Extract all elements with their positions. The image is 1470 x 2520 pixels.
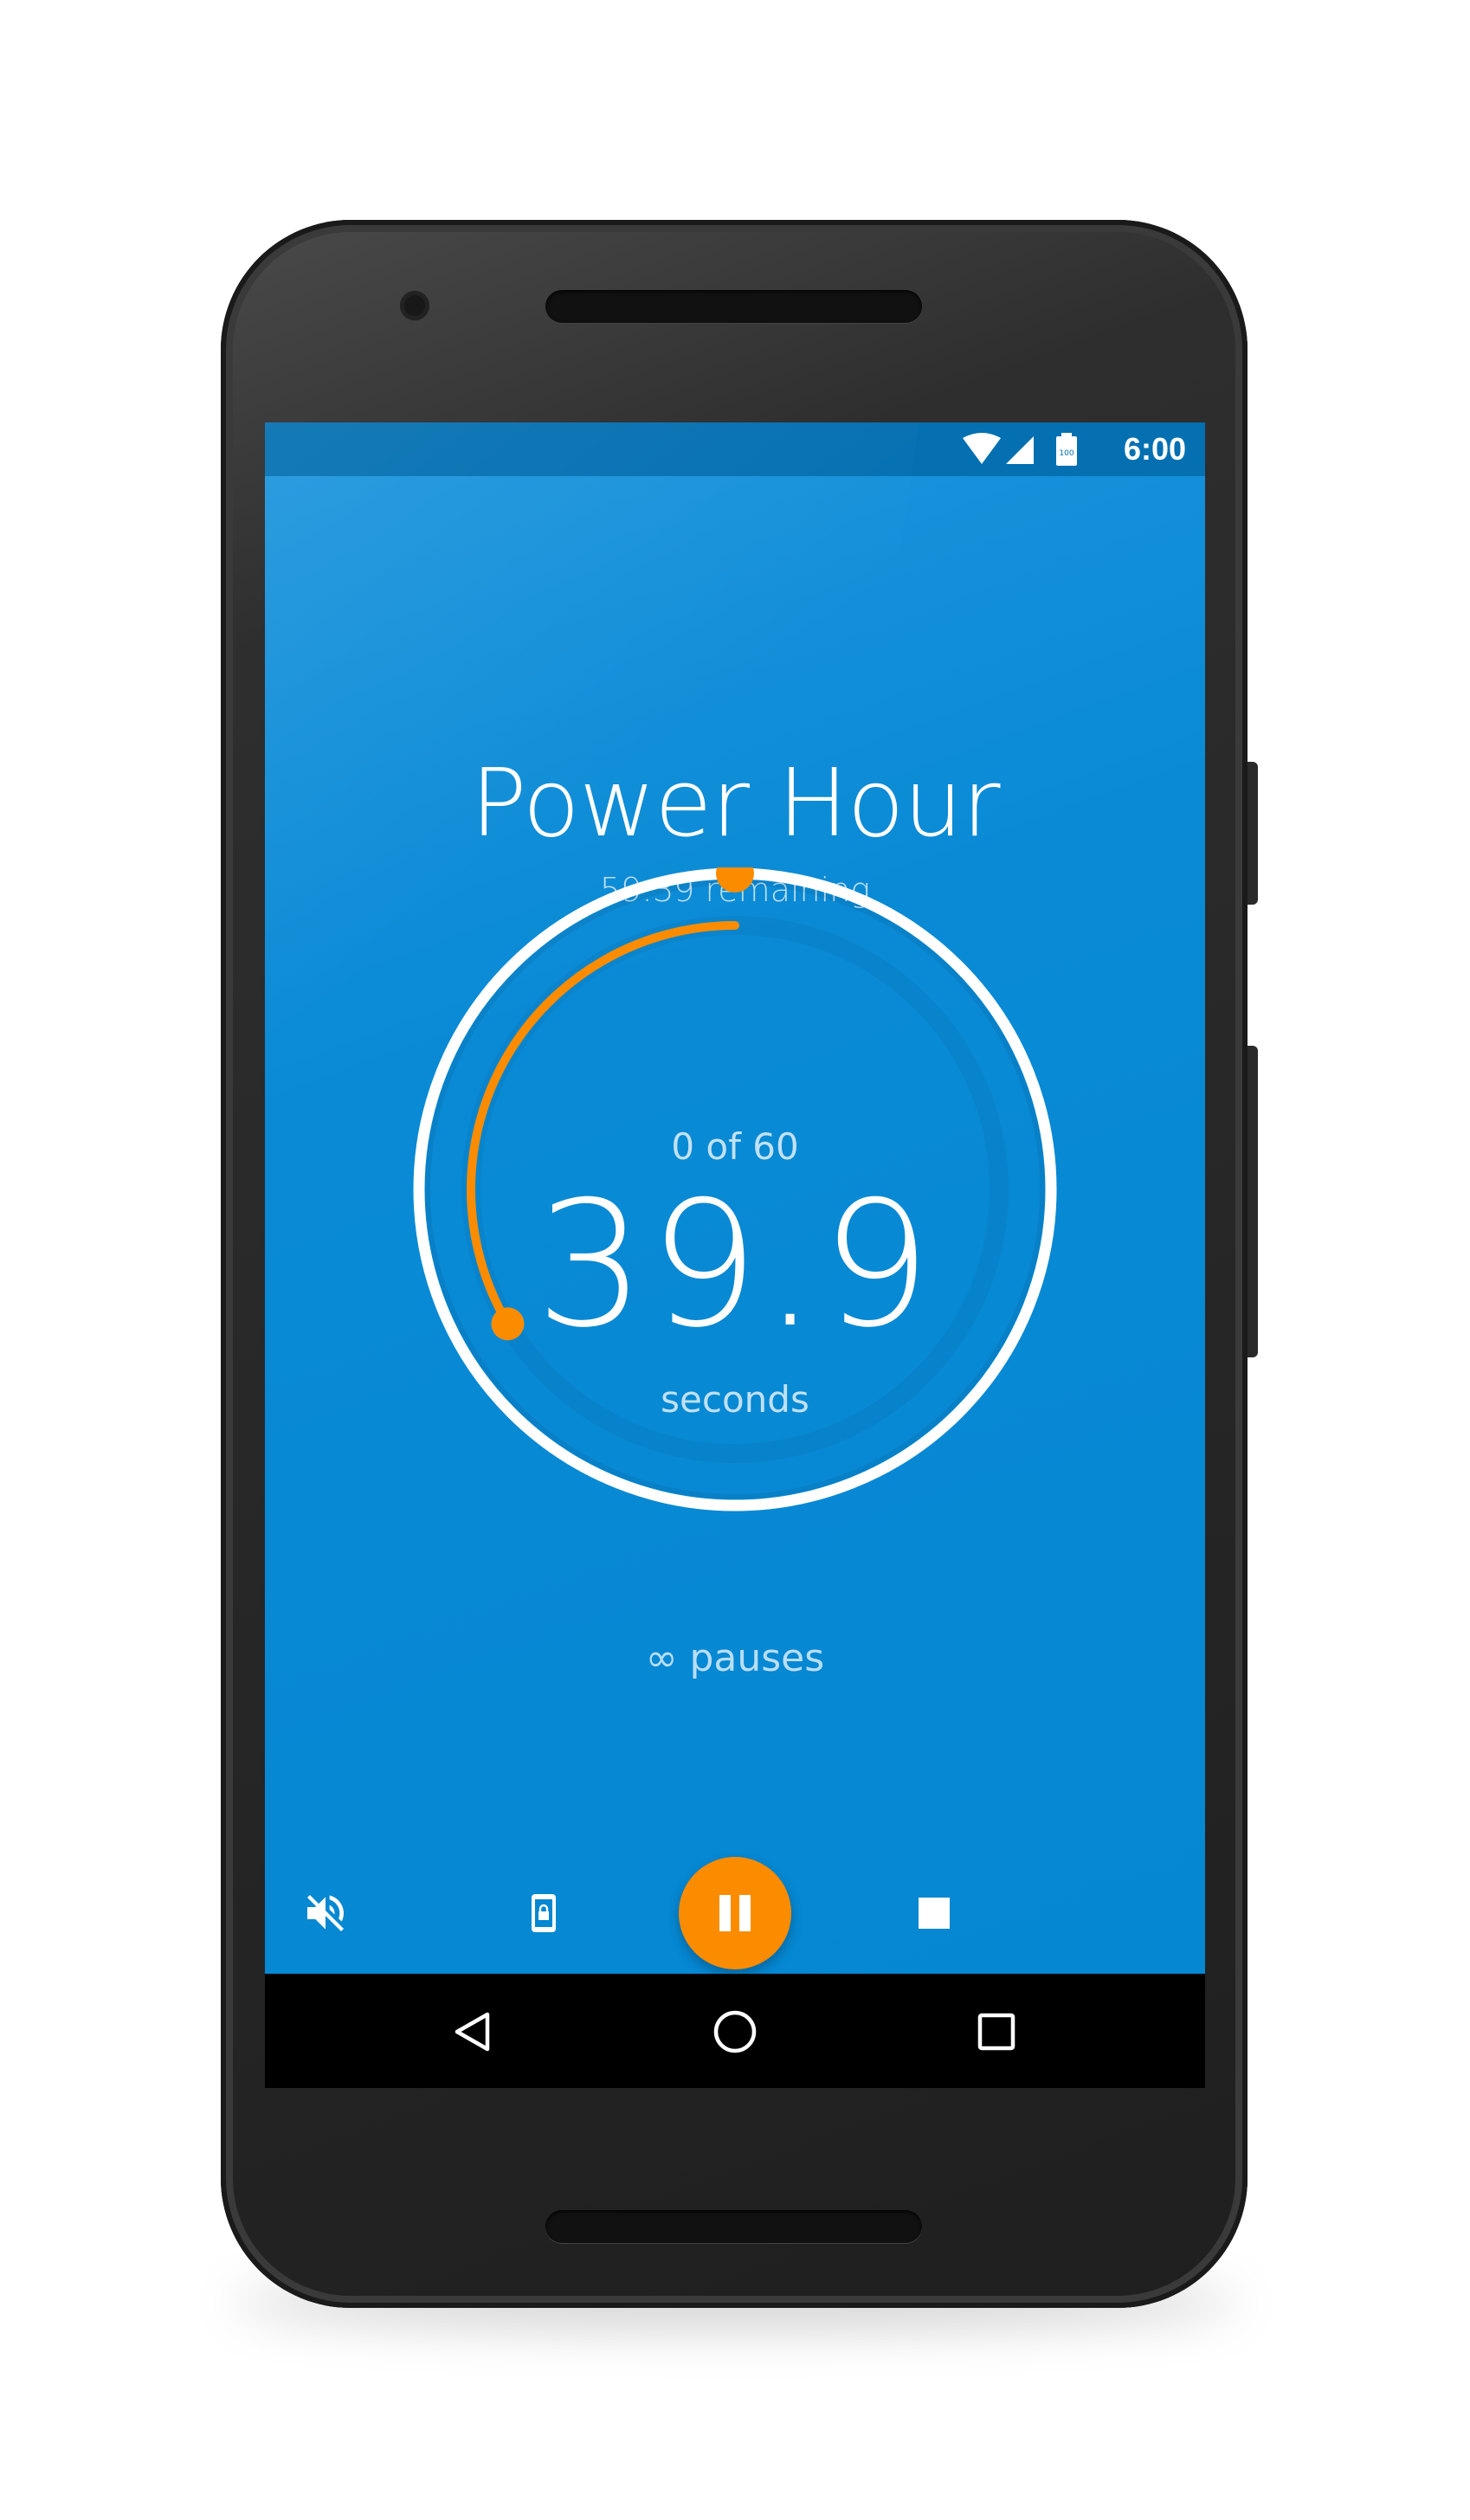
- control-toolbar: [265, 1853, 1205, 1974]
- cellular-signal-icon: [1006, 436, 1034, 464]
- stop-button[interactable]: [899, 1879, 969, 1948]
- mute-icon: [307, 1895, 344, 1931]
- stage: 100 6:00 Power Hour 59:39 remaining 0 of…: [0, 0, 1470, 2520]
- stop-icon: [919, 1898, 950, 1929]
- battery-icon: 100: [1056, 433, 1077, 466]
- shot-count: 0 of 60: [671, 1125, 799, 1168]
- earpiece-speaker: [545, 290, 922, 323]
- bottom-speaker: [545, 2210, 922, 2243]
- front-camera: [400, 291, 429, 320]
- pause-icon: [719, 1895, 751, 1931]
- volume-rocker: [1248, 1046, 1258, 1357]
- pause-button[interactable]: [679, 1857, 791, 1969]
- app-content: Power Hour 59:39 remaining 0 of 60 39.9 …: [265, 422, 1205, 1974]
- status-bar: 100 6:00: [265, 422, 1205, 476]
- screen-lock-button[interactable]: [509, 1879, 578, 1948]
- recents-button[interactable]: [966, 2001, 1027, 2062]
- app-title: Power Hour: [470, 750, 1001, 858]
- home-icon: [713, 2010, 757, 2053]
- seconds-label: seconds: [661, 1378, 809, 1421]
- seek-handle[interactable]: [716, 867, 754, 893]
- power-button: [1248, 762, 1258, 905]
- wifi-icon: [963, 433, 1001, 464]
- phone-screen: 100 6:00 Power Hour 59:39 remaining 0 of…: [265, 422, 1205, 2088]
- seconds-value: 39.9: [535, 1164, 935, 1366]
- navigation-bar: [265, 1974, 1205, 2088]
- recents-icon: [977, 2013, 1015, 2051]
- back-icon: [455, 2012, 490, 2052]
- back-button[interactable]: [442, 2001, 503, 2062]
- home-button[interactable]: [705, 2001, 765, 2062]
- mute-button[interactable]: [291, 1879, 360, 1948]
- screen-lock-icon: [532, 1894, 556, 1932]
- status-time: 6:00: [1123, 431, 1186, 467]
- pauses-count: ∞ pauses: [645, 1636, 825, 1680]
- battery-level-text: 100: [1059, 449, 1073, 458]
- status-icons: 100: [961, 433, 1108, 467]
